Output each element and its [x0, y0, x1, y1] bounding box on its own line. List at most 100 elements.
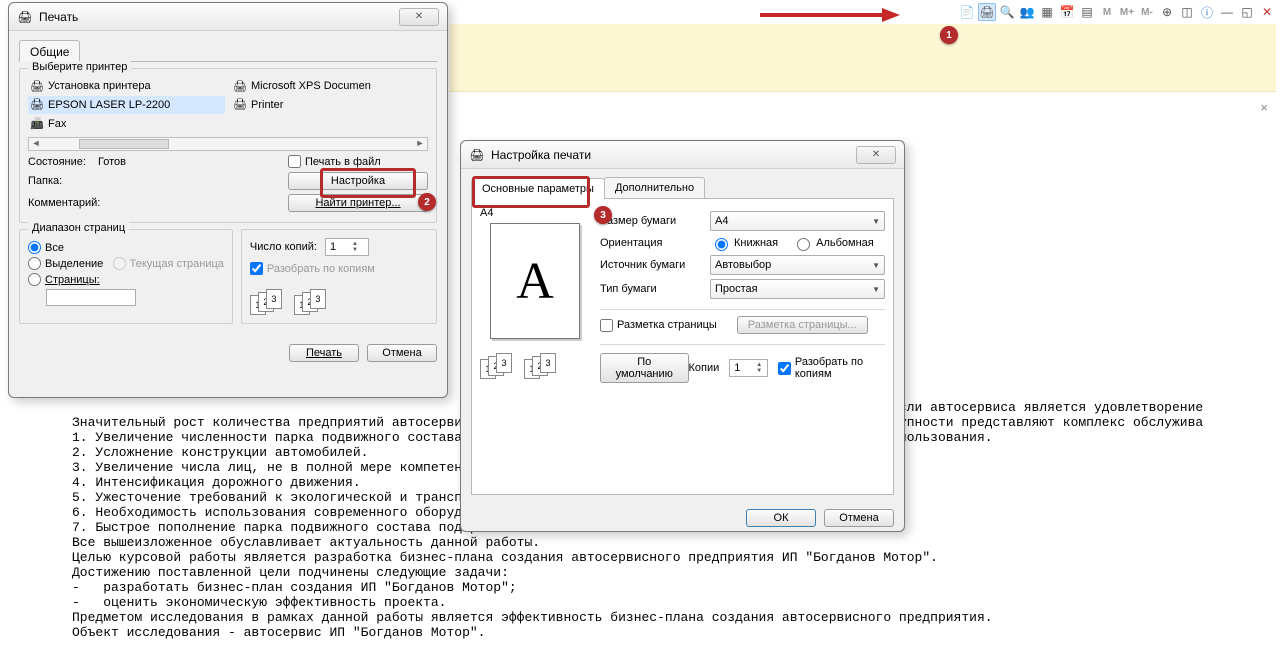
- orient-landscape-radio[interactable]: Альбомная: [792, 235, 874, 251]
- preview-collate-icons: 123 123: [480, 353, 590, 381]
- printer-list-scrollbar[interactable]: ◄ ►: [28, 137, 428, 151]
- copies-spinner[interactable]: ▲▼: [325, 238, 369, 256]
- calendar-icon[interactable]: 📅: [1058, 3, 1076, 21]
- paper-source-combo[interactable]: Автовыбор▼: [710, 255, 885, 275]
- setup-dialog-titlebar: 🖨 Настройка печати ✕: [461, 141, 904, 169]
- scroll-right-icon[interactable]: ►: [413, 138, 427, 150]
- page-layout-button: Разметка страницы...: [737, 316, 868, 334]
- scroll-left-icon[interactable]: ◄: [29, 138, 43, 150]
- app-toolbar: 📄 🖨 🔍 👥 ▦ 📅 ▤ M M+ M- ⊕ ◫ ⓘ — ◱ ✕: [954, 0, 1280, 24]
- print-to-file-checkbox[interactable]: Печать в файл: [288, 155, 428, 168]
- print-button[interactable]: Печать: [289, 344, 359, 362]
- range-pages-radio[interactable]: Страницы:: [28, 273, 103, 286]
- printer-item[interactable]: 🖨Printer: [231, 96, 428, 115]
- printer-icon: 🖨: [30, 98, 44, 111]
- copies-input[interactable]: [328, 240, 352, 254]
- tab-additional[interactable]: Дополнительно: [604, 177, 705, 198]
- setup-dialog-title: Настройка печати: [491, 148, 591, 162]
- scroll-thumb[interactable]: [79, 139, 169, 149]
- range-current-radio: Текущая страница: [113, 241, 224, 286]
- orient-portrait-radio[interactable]: Книжная: [710, 235, 778, 251]
- print-tabs: Общие: [19, 39, 437, 62]
- print-dialog-close-button[interactable]: ✕: [399, 8, 439, 26]
- print-dialog-titlebar: 🖨 Печать ✕: [9, 3, 447, 31]
- close-notice-icon[interactable]: ×: [1260, 100, 1268, 115]
- ok-button[interactable]: ОК: [746, 509, 816, 527]
- comment-label: Комментарий:: [28, 197, 98, 209]
- print-dialog: 🖨 Печать ✕ Общие Выберите принтер 🖨Устан…: [8, 2, 448, 398]
- printer-label: Fax: [48, 118, 66, 130]
- page-preview: A: [490, 223, 580, 339]
- copies-label: Число копий:: [250, 241, 317, 253]
- annotation-badge-2: 2: [418, 193, 436, 211]
- setup-copies-spinner[interactable]: ▲▼: [729, 359, 768, 377]
- copies-group: Число копий: ▲▼ Разобрать по копиям 123 …: [241, 229, 437, 324]
- tab-main-params[interactable]: Основные параметры: [471, 178, 605, 199]
- print-setup-dialog: 🖨 Настройка печати ✕ Основные параметры …: [460, 140, 905, 532]
- m-plus-icon[interactable]: M+: [1118, 3, 1136, 21]
- range-all-radio[interactable]: Все: [28, 241, 103, 254]
- notice-bar: [449, 24, 1276, 92]
- printer-item[interactable]: 📠 Fax: [28, 114, 225, 133]
- chevron-down-icon: ▼: [872, 261, 880, 270]
- restore-icon[interactable]: ◱: [1238, 3, 1256, 21]
- select-printer-group: Выберите принтер 🖨Установка принтера🖨Mic…: [19, 68, 437, 223]
- minimize-icon[interactable]: —: [1218, 3, 1236, 21]
- status-value: Готов: [98, 156, 288, 168]
- search-icon[interactable]: 🔍: [998, 3, 1016, 21]
- printer-item[interactable]: 🖨 Установка принтера: [28, 77, 225, 96]
- annotation-badge-1: 1: [940, 26, 958, 44]
- printer-item[interactable]: 🖨Microsoft XPS Documen: [231, 77, 428, 96]
- m-icon[interactable]: M: [1098, 3, 1116, 21]
- range-selection-radio[interactable]: Выделение: [28, 257, 103, 270]
- users-icon[interactable]: 👥: [1018, 3, 1036, 21]
- cancel-button[interactable]: Отмена: [367, 344, 437, 362]
- setup-cancel-button[interactable]: Отмена: [824, 509, 894, 527]
- zoom-in-icon[interactable]: ⊕: [1158, 3, 1176, 21]
- find-printer-button[interactable]: Найти принтер...: [288, 194, 428, 212]
- help-icon[interactable]: ⓘ: [1198, 3, 1216, 21]
- paper-type-combo[interactable]: Простая▼: [710, 279, 885, 299]
- setup-dialog-close-button[interactable]: ✕: [856, 146, 896, 164]
- printer-item[interactable]: 🖨 EPSON LASER LP-2200: [28, 96, 225, 115]
- printer-icon: 🖨: [233, 80, 247, 93]
- print-icon[interactable]: 🖨: [978, 3, 996, 21]
- page-range-legend: Диапазон страниц: [28, 222, 129, 234]
- preview-format-label: A4: [480, 207, 590, 219]
- setup-copies-input[interactable]: [732, 361, 756, 375]
- print-to-file-label: Печать в файл: [305, 156, 381, 168]
- split-icon[interactable]: ◫: [1178, 3, 1196, 21]
- printer-label: EPSON LASER LP-2200: [48, 99, 170, 111]
- settings-button[interactable]: Настройка: [288, 172, 428, 190]
- printer-icon: 🖨: [30, 80, 44, 93]
- pages-input[interactable]: [46, 289, 136, 306]
- table-icon[interactable]: ▦: [1038, 3, 1056, 21]
- printer-icon: 🖨: [469, 147, 485, 163]
- print-dialog-title: Печать: [39, 10, 78, 24]
- annotation-badge-3: 3: [594, 206, 612, 224]
- page-layout-checkbox[interactable]: Разметка страницы: [600, 319, 717, 332]
- paper-size-combo[interactable]: A4▼: [710, 211, 885, 231]
- setup-collate-checkbox[interactable]: Разобрать по копиям: [778, 356, 885, 380]
- printer-icon: 📠: [30, 117, 44, 130]
- default-button[interactable]: По умолчанию: [600, 353, 689, 383]
- printer-icon: 🖨: [17, 9, 33, 25]
- printer-icon: 🖨: [233, 98, 247, 111]
- chevron-down-icon: ▼: [872, 285, 880, 294]
- doc-icon[interactable]: 📄: [958, 3, 976, 21]
- collate-icons: 123 123: [250, 289, 428, 317]
- m-minus-icon[interactable]: M-: [1138, 3, 1156, 21]
- orientation-label: Ориентация: [600, 237, 710, 249]
- close-window-icon[interactable]: ✕: [1258, 3, 1276, 21]
- annotation-arrow: [760, 8, 900, 22]
- paper-type-label: Тип бумаги: [600, 283, 710, 295]
- setup-tabs: Основные параметры Дополнительно: [471, 177, 894, 199]
- printer-label: Установка принтера: [48, 80, 151, 92]
- printer-list[interactable]: 🖨 Установка принтера 🖨Microsoft XPS Docume…: [28, 77, 428, 133]
- tab-general[interactable]: Общие: [19, 40, 80, 62]
- grid-icon[interactable]: ▤: [1078, 3, 1096, 21]
- collate-checkbox[interactable]: Разобрать по копиям: [250, 262, 428, 275]
- status-label: Состояние:: [28, 156, 98, 168]
- folder-label: Папка:: [28, 175, 98, 187]
- setup-copies-label: Копии: [689, 362, 720, 374]
